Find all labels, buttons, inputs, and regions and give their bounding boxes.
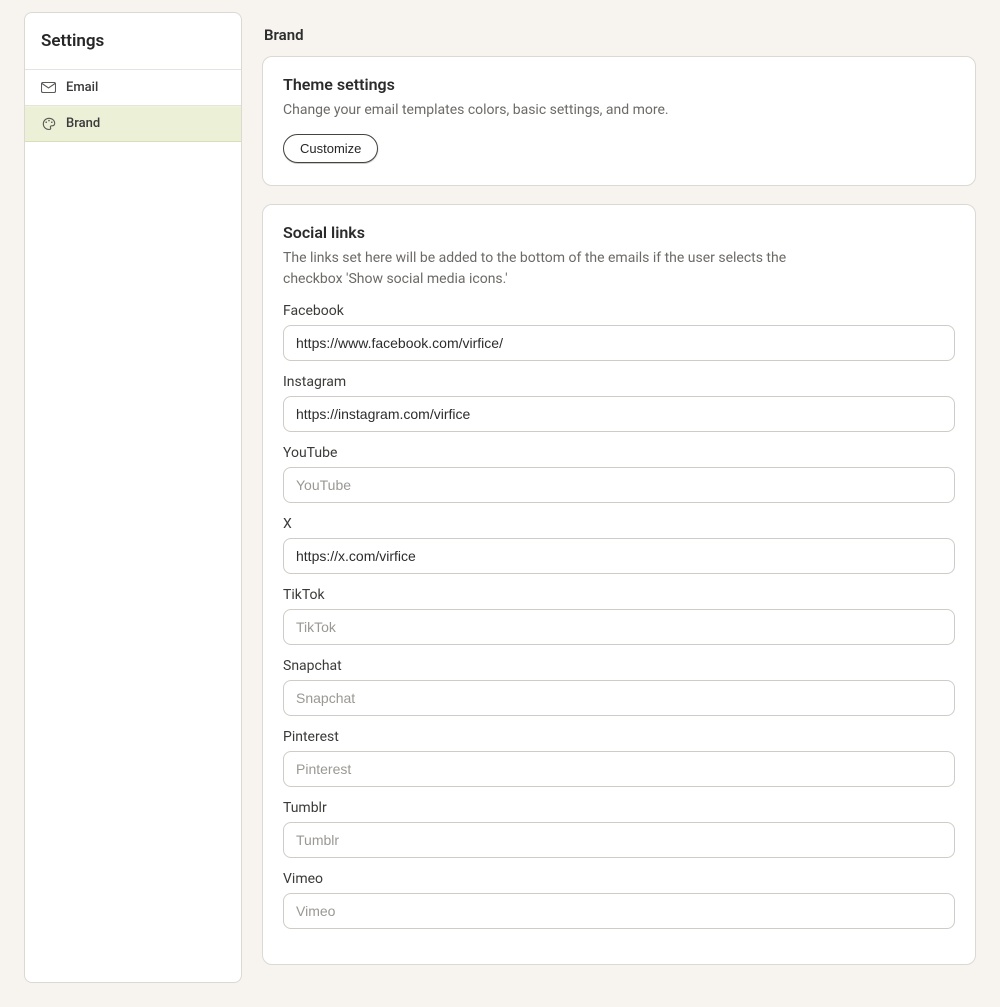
email-icon <box>41 81 56 94</box>
customize-button[interactable]: Customize <box>283 134 378 163</box>
main-content: Brand Theme settings Change your email t… <box>262 12 976 983</box>
theme-settings-description: Change your email templates colors, basi… <box>283 100 955 120</box>
social-field: Instagram <box>283 374 955 432</box>
theme-settings-heading: Theme settings <box>283 75 955 94</box>
social-input-facebook[interactable] <box>283 325 955 361</box>
social-field: Snapchat <box>283 658 955 716</box>
sidebar-item-brand[interactable]: Brand <box>25 106 241 142</box>
theme-settings-card: Theme settings Change your email templat… <box>262 56 976 186</box>
sidebar-title: Settings <box>25 13 241 70</box>
social-input-snapchat[interactable] <box>283 680 955 716</box>
social-field: X <box>283 516 955 574</box>
social-field-label: Pinterest <box>283 729 955 745</box>
palette-icon <box>41 117 56 130</box>
social-field-label: Instagram <box>283 374 955 390</box>
social-input-vimeo[interactable] <box>283 893 955 929</box>
social-field: Tumblr <box>283 800 955 858</box>
social-field: YouTube <box>283 445 955 503</box>
social-field-label: Snapchat <box>283 658 955 674</box>
social-links-description: The links set here will be added to the … <box>283 248 803 289</box>
sidebar-item-label: Brand <box>66 116 100 131</box>
social-field-label: Facebook <box>283 303 955 319</box>
social-input-tumblr[interactable] <box>283 822 955 858</box>
social-input-instagram[interactable] <box>283 396 955 432</box>
page-title: Brand <box>262 12 976 56</box>
social-input-youtube[interactable] <box>283 467 955 503</box>
social-fields-container: Facebook Instagram YouTube X TikTok Snapchat P… <box>283 303 955 929</box>
social-field-label: TikTok <box>283 587 955 603</box>
social-input-pinterest[interactable] <box>283 751 955 787</box>
social-input-tiktok[interactable] <box>283 609 955 645</box>
social-field: Facebook <box>283 303 955 361</box>
sidebar-item-label: Email <box>66 80 98 95</box>
sidebar-item-email[interactable]: Email <box>25 70 241 106</box>
social-input-x[interactable] <box>283 538 955 574</box>
social-field-label: YouTube <box>283 445 955 461</box>
social-field: Vimeo <box>283 871 955 929</box>
social-links-heading: Social links <box>283 223 955 242</box>
social-field-label: X <box>283 516 955 532</box>
social-field-label: Vimeo <box>283 871 955 887</box>
settings-sidebar: Settings Email Brand <box>24 12 242 983</box>
social-links-card: Social links The links set here will be … <box>262 204 976 965</box>
social-field: Pinterest <box>283 729 955 787</box>
social-field: TikTok <box>283 587 955 645</box>
social-field-label: Tumblr <box>283 800 955 816</box>
